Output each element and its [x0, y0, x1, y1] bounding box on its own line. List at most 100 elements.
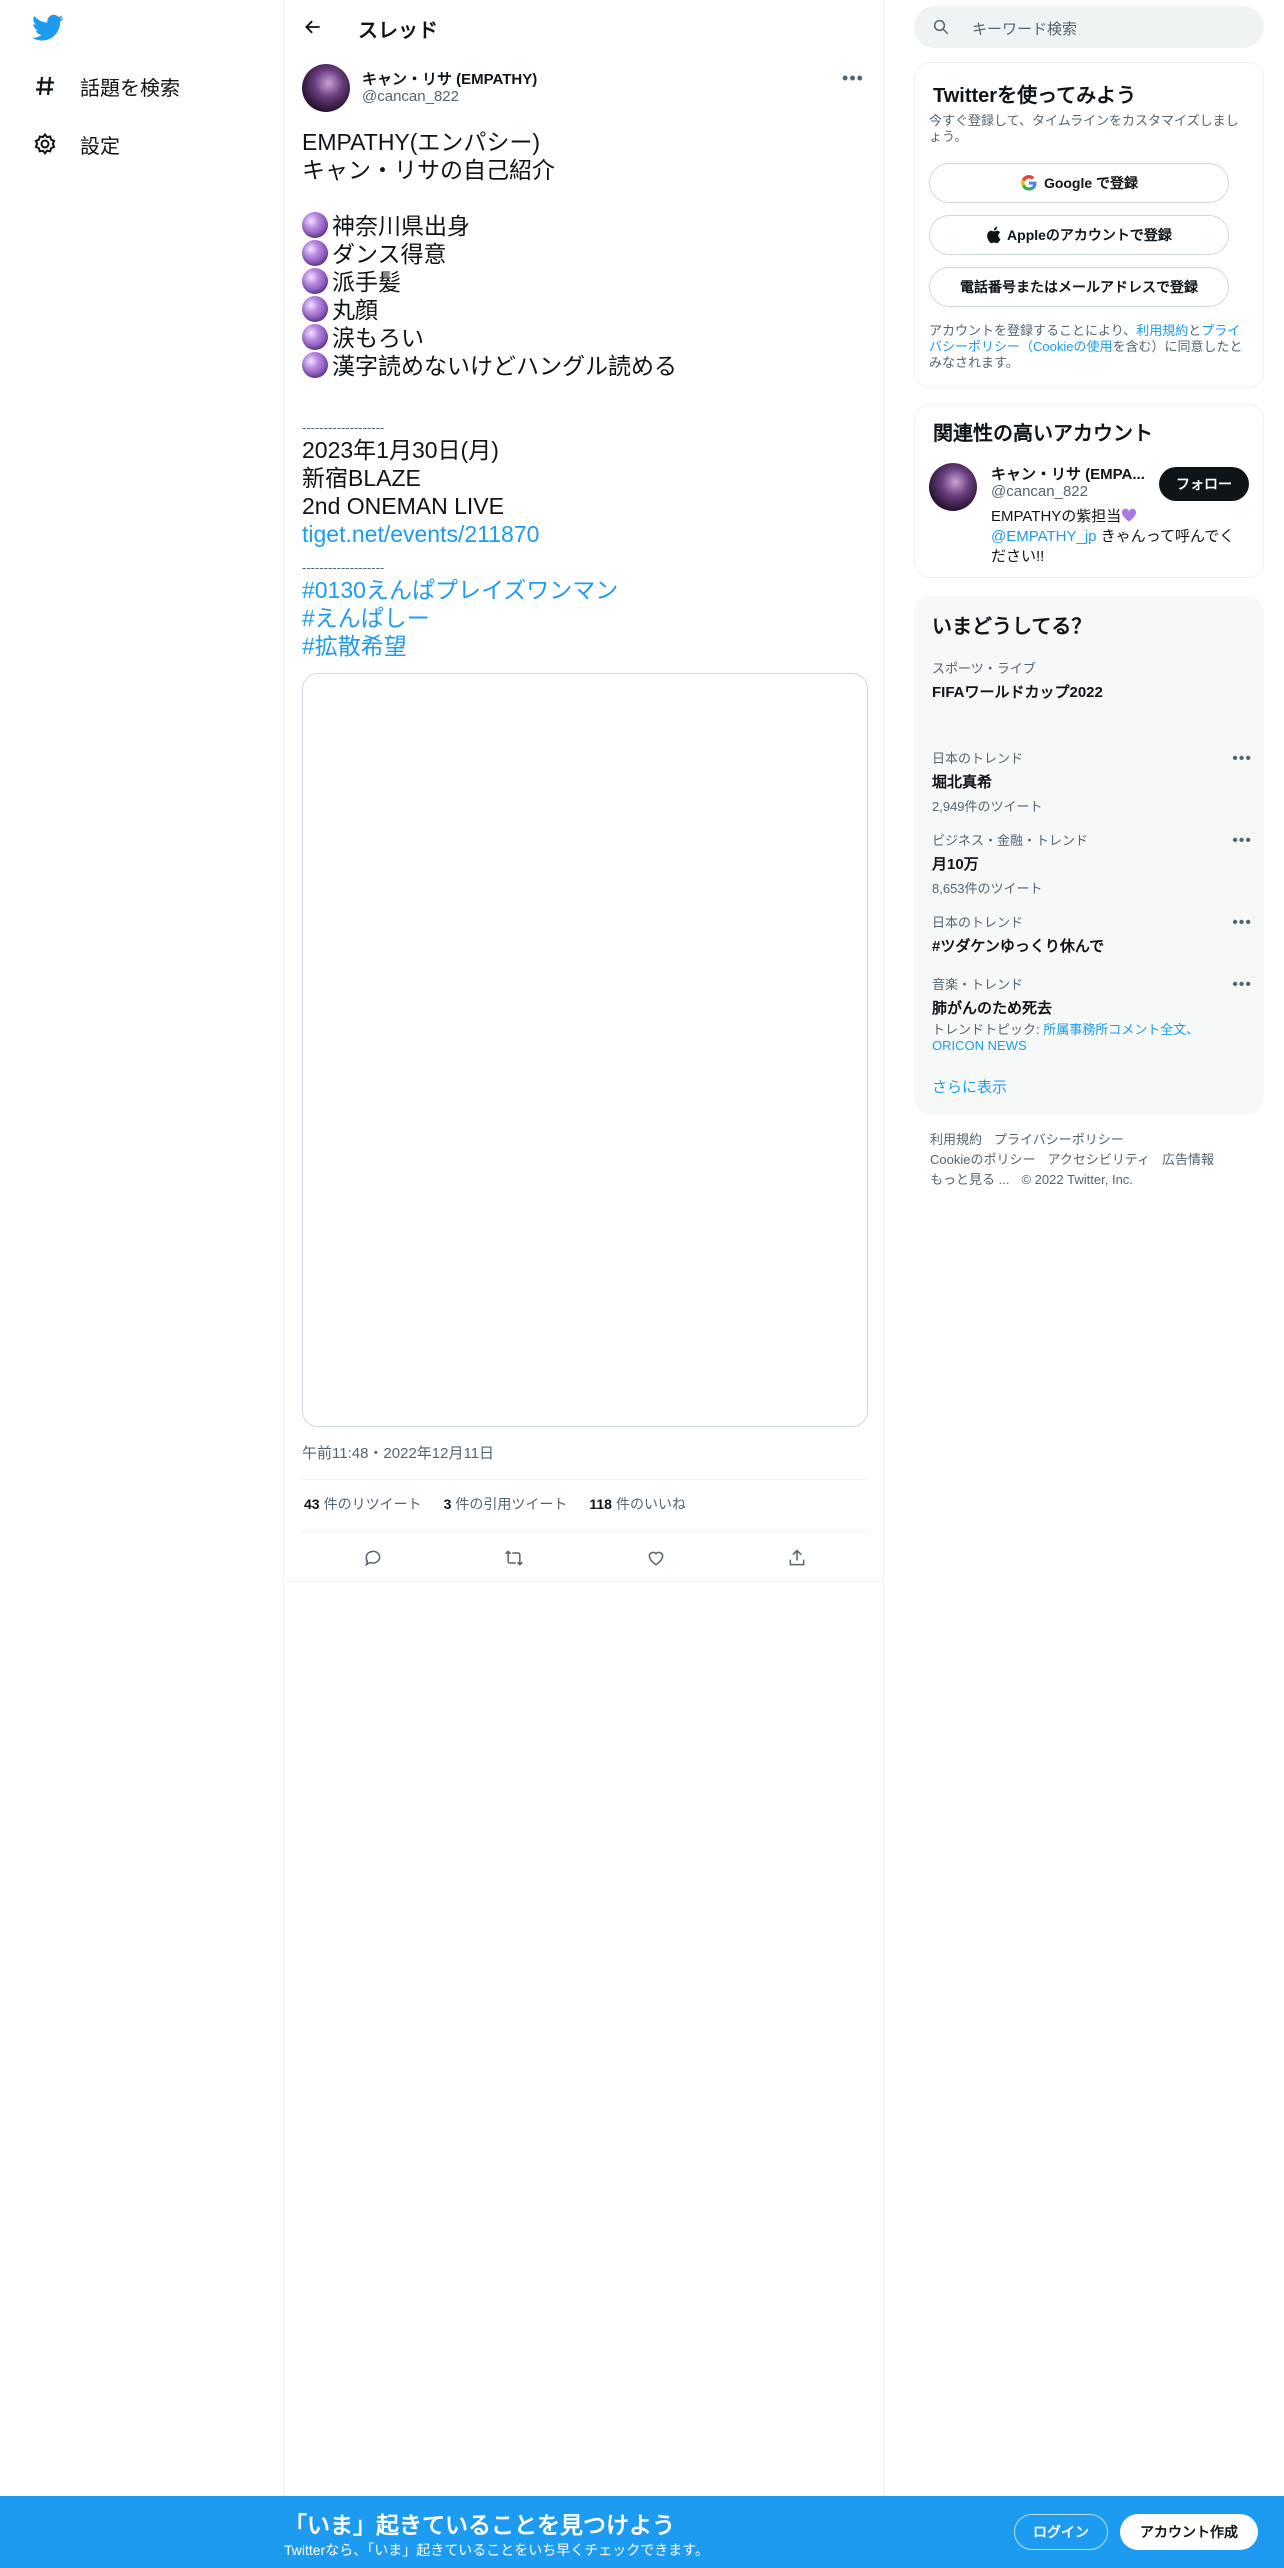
trends-card-title: いまどうしてる？	[932, 616, 1092, 638]
footer-privacy-link[interactable]: プライバシーポリシー	[994, 1132, 1124, 1147]
signup-button[interactable]: アカウント作成	[1120, 2514, 1258, 2550]
terms-link[interactable]: 利用規約	[1136, 323, 1188, 338]
hashtag-link[interactable]: #0130えんぱプレイズワンマン	[302, 576, 868, 604]
divider	[302, 1479, 868, 1480]
footer-terms-link[interactable]: 利用規約	[930, 1132, 982, 1147]
phone-email-signup-button[interactable]: 電話番号またはメールアドレスで登録	[929, 267, 1229, 307]
tweet-line: EMPATHY(エンパシー)	[302, 129, 541, 155]
back-button[interactable]	[298, 12, 328, 42]
show-more-link[interactable]: さらに表示	[932, 1076, 1007, 1097]
tweet-timestamp[interactable]: 午前11:48・2022年12月11日	[302, 1442, 494, 1463]
tweet-divider: -------------------	[302, 560, 385, 575]
trend-topic-link[interactable]: ORICON NEWS	[932, 1038, 1027, 1053]
crystal-ball-emoji-icon	[302, 324, 328, 350]
footer-more-link[interactable]: もっと見る ...	[930, 1172, 1009, 1187]
crystal-ball-emoji-icon	[302, 296, 328, 322]
follow-button[interactable]: フォロー	[1159, 467, 1249, 501]
avatar[interactable]	[929, 463, 977, 511]
more-options-icon[interactable]: •••	[1232, 914, 1252, 932]
signup-card: Twitterを使ってみよう 今すぐ登録して、タイムラインをカスタマイズしましょ…	[914, 62, 1264, 388]
avatar[interactable]	[302, 64, 350, 112]
author-name[interactable]: キャン・リサ (EMPATHY)	[362, 68, 537, 89]
share-icon[interactable]	[780, 1541, 814, 1575]
trend-item[interactable]: スポーツ・ライブ FIFAワールドカップ2022	[932, 658, 1252, 702]
search-placeholder: キーワード検索	[972, 21, 1078, 38]
trend-item[interactable]: 日本のトレンド 堀北真希 2,949件のツイート •••	[932, 748, 1252, 815]
tweet-stats: 43 件のリツイート 3 件の引用ツイート 118 件のいいね	[304, 1494, 708, 1514]
nav-explore-label: 話題を検索	[80, 77, 180, 100]
tweet-media[interactable]	[302, 673, 868, 1427]
retweet-count[interactable]: 43 件のリツイート	[304, 1494, 422, 1514]
more-options-icon[interactable]: •••	[1232, 832, 1252, 850]
more-options-icon[interactable]: •••	[838, 66, 868, 90]
related-account-handle[interactable]: @cancan_822	[991, 483, 1088, 500]
search-icon	[932, 18, 950, 41]
like-icon[interactable]	[639, 1541, 673, 1575]
crystal-ball-emoji-icon	[302, 240, 328, 266]
trend-item[interactable]: ビジネス・金融・トレンド 月10万 8,653件のツイート •••	[932, 830, 1252, 897]
more-options-icon[interactable]: •••	[1232, 750, 1252, 768]
more-options-icon[interactable]: •••	[1232, 976, 1252, 994]
tweet-line: 2023年1月30日(月)	[302, 437, 499, 463]
signup-banner: 「いま」起きていることを見つけよう Twitterなら、「いま」起きていることを…	[0, 2496, 1284, 2568]
hashtag-icon	[32, 73, 58, 99]
tweet-bullet: 派手髪	[302, 268, 868, 296]
signup-card-title: Twitterを使ってみよう	[933, 85, 1137, 107]
search-input[interactable]: キーワード検索	[914, 6, 1264, 48]
tweet-bullet: 涙もろい	[302, 324, 868, 352]
page-title: スレッド	[358, 20, 438, 42]
mention-link[interactable]: @EMPATHY_jp	[991, 528, 1097, 545]
crystal-ball-emoji-icon	[302, 352, 328, 378]
tweet-author: キャン・リサ (EMPATHY) @cancan_822 •••	[302, 64, 868, 114]
nav-explore[interactable]: 話題を検索	[32, 66, 180, 106]
footer-copyright: © 2022 Twitter, Inc.	[1021, 1172, 1133, 1187]
tweet-bullet: 漢字読めないけどハングル読める	[302, 352, 868, 380]
author-handle[interactable]: @cancan_822	[362, 88, 459, 105]
tweet-bullet: 神奈川県出身	[302, 212, 868, 240]
left-nav: 話題を検索 設定	[0, 0, 284, 2496]
related-account-bio: EMPATHYの紫担当 @EMPATHY_jp きゃんって呼んでください!!	[991, 508, 1235, 565]
apple-signup-button[interactable]: Appleのアカウントで登録	[929, 215, 1229, 255]
trend-item[interactable]: 音楽・トレンド 肺がんのため死去 トレンドトピック: 所属事務所コメント全文、 O…	[932, 974, 1252, 1054]
quote-count[interactable]: 3 件の引用ツイート	[444, 1494, 568, 1514]
tweet-bullet: 丸顔	[302, 296, 868, 324]
trend-topic-link[interactable]: 所属事務所コメント全文	[1043, 1022, 1186, 1037]
purple-heart-icon	[1121, 508, 1137, 522]
signup-card-subtitle: 今すぐ登録して、タイムラインをカスタマイズしましょう。	[929, 113, 1239, 144]
banner-subtitle: Twitterなら、「いま」起きていることをいち早くチェックできます。	[284, 2542, 709, 2558]
tweet-actions	[302, 1538, 868, 1578]
retweet-icon[interactable]	[497, 1541, 531, 1575]
tweet-link[interactable]: tiget.net/events/211870	[302, 520, 868, 548]
hashtag-link[interactable]: #拡散希望	[302, 632, 868, 660]
footer-links: 利用規約 プライバシーポリシー Cookieのポリシー アクセシビリティ 広告情報 も…	[930, 1130, 1250, 1190]
tweet-bullet: ダンス得意	[302, 240, 868, 268]
banner-title: 「いま」起きていることを見つけよう	[284, 2512, 675, 2538]
hashtag-link[interactable]: #えんぱしー	[302, 604, 868, 632]
arrow-left-icon	[305, 20, 320, 34]
crystal-ball-emoji-icon	[302, 268, 328, 294]
footer-accessibility-link[interactable]: アクセシビリティ	[1047, 1152, 1150, 1167]
divider	[302, 1531, 868, 1532]
google-icon	[1020, 174, 1038, 192]
main-column: スレッド キャン・リサ (EMPATHY) @cancan_822 ••• EM…	[284, 0, 884, 2496]
twitter-logo-icon[interactable]	[32, 14, 64, 42]
nav-settings-label: 設定	[80, 135, 120, 158]
signup-legal: アカウントを登録することにより、利用規約とプライバシーポリシー（Cookieの使…	[929, 323, 1243, 370]
nav-settings[interactable]: 設定	[32, 124, 120, 164]
gear-icon	[32, 131, 58, 157]
tweet-line: 2nd ONEMAN LIVE	[302, 493, 504, 519]
related-accounts-card: 関連性の高いアカウント キャン・リサ (EMPA... @cancan_822 …	[914, 404, 1264, 578]
reply-icon[interactable]	[356, 1541, 390, 1575]
trend-item[interactable]: 日本のトレンド #ツダケンゆっくり休んで •••	[932, 912, 1252, 956]
tweet-line: 新宿BLAZE	[302, 465, 421, 491]
divider	[284, 1581, 884, 1582]
google-signup-button[interactable]: Google で登録	[929, 163, 1229, 203]
login-button[interactable]: ログイン	[1014, 2514, 1108, 2550]
footer-ads-link[interactable]: 広告情報	[1162, 1152, 1214, 1167]
apple-icon	[986, 226, 1001, 244]
like-count[interactable]: 118 件のいいね	[589, 1494, 686, 1514]
related-account-name[interactable]: キャン・リサ (EMPA...	[991, 463, 1145, 484]
tweet-text: EMPATHY(エンパシー) キャン・リサの自己紹介 神奈川県出身 ダンス得意 …	[302, 128, 868, 660]
related-card-title: 関連性の高いアカウント	[933, 423, 1153, 445]
footer-cookie-link[interactable]: Cookieのポリシー	[930, 1152, 1035, 1167]
